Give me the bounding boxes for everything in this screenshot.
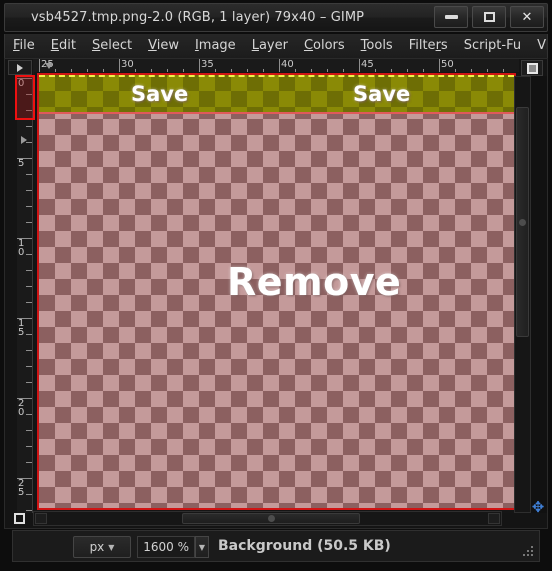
menu-corner-button[interactable] [8, 60, 32, 75]
vertical-scrollbar-thumb[interactable] [516, 107, 529, 337]
menu-item-tools[interactable]: Tools [353, 34, 401, 58]
unit-value: px [89, 540, 105, 554]
chevron-down-icon: ▼ [198, 542, 206, 552]
ruler-position-marker-v [21, 136, 27, 144]
menu-item-image[interactable]: Image [187, 34, 244, 58]
horizontal-scrollbar[interactable] [33, 511, 502, 526]
minimize-icon [444, 15, 458, 19]
gimp-window: vsb4527.tmp.png-2.0 (RGB, 1 layer) 79x40… [0, 0, 552, 571]
navigation-column: ✥ [530, 76, 547, 515]
window-title: vsb4527.tmp.png-2.0 (RGB, 1 layer) 79x40… [31, 10, 365, 25]
image-canvas[interactable]: Save Save Remove [37, 73, 516, 510]
ruler-label: 50 [441, 59, 454, 70]
menu-mnemonic: E [50, 38, 59, 53]
menu-item-select[interactable]: Select [84, 34, 140, 58]
horizontal-scrollbar-thumb[interactable] [182, 513, 360, 524]
menu-mnemonic: S [91, 38, 101, 53]
menu-mnemonic: L [251, 38, 259, 53]
status-bar: px ▼ 1600 % ▼ Background (50.5 KB) [12, 530, 540, 562]
ruler-label: 45 [361, 59, 374, 70]
ruler-position-marker-h [45, 63, 53, 69]
canvas-label-save-right: Save [353, 82, 411, 106]
ruler-tick-minor [26, 302, 32, 303]
ruler-tick-minor [26, 366, 32, 367]
hscroll-step-left[interactable] [35, 513, 47, 524]
resize-grip[interactable] [521, 544, 533, 556]
menu-bar: File Edit Select View Image Layer Colors Tools F… [4, 34, 548, 58]
ruler-tick-minor [26, 174, 32, 175]
chevron-down-icon: ▼ [108, 542, 115, 552]
ruler-label: 40 [281, 59, 294, 70]
canvas-pink-region [39, 113, 514, 508]
zoom-value: 1600 % [143, 540, 189, 554]
move-cross-icon[interactable]: ✥ [530, 499, 546, 515]
vertical-ruler[interactable]: 0510152025 [17, 76, 33, 513]
zoom-input[interactable]: 1600 % [137, 536, 195, 558]
ruler-tick-minor [26, 446, 32, 447]
scrollbar-grip-icon [267, 515, 275, 522]
scrollbar-grip-icon [519, 218, 526, 226]
quick-mask-toggle-icon [14, 513, 25, 524]
menu-item-layer[interactable]: Layer [244, 34, 296, 58]
ruler-tick-minor [26, 494, 32, 495]
vertical-scrollbar[interactable] [514, 76, 531, 513]
ruler-tick-minor [26, 222, 32, 223]
ruler-tick-minor [26, 382, 32, 383]
ruler-tick-minor [26, 206, 32, 207]
hscroll-step-right[interactable] [488, 513, 500, 524]
menu-item-script-fu[interactable]: Script-Fu [456, 34, 529, 58]
maximize-icon [483, 12, 495, 22]
ruler-tick-minor [26, 190, 32, 191]
zoom-dropdown-button[interactable]: ▼ [195, 536, 209, 558]
menu-mnemonic: I [194, 38, 199, 53]
menu-item-colors[interactable]: Colors [296, 34, 353, 58]
title-bar[interactable]: vsb4527.tmp.png-2.0 (RGB, 1 layer) 79x40… [4, 3, 548, 32]
canvas-label-save-left: Save [131, 82, 189, 106]
region-divider-line [39, 112, 514, 114]
ruler-label: 35 [201, 59, 214, 70]
ruler-tick-minor [26, 126, 32, 127]
close-icon: ✕ [521, 9, 533, 25]
menu-mnemonic: C [303, 38, 314, 53]
ruler-origin-highlight [15, 75, 35, 120]
ruler-tick-minor [26, 286, 32, 287]
maximize-button[interactable] [472, 6, 506, 28]
menu-mnemonic: F [13, 38, 20, 53]
menu-item-edit[interactable]: Edit [43, 34, 84, 58]
ruler-tick-minor [26, 270, 32, 271]
image-editor: 25 30 35 40 45 50 0510152025 Save Save Remove [4, 58, 548, 529]
minimize-button[interactable] [434, 6, 468, 28]
menu-item-video[interactable]: Video [529, 34, 547, 58]
triangle-right-icon [17, 63, 23, 72]
menu-mnemonic: r [435, 38, 441, 53]
ruler-tick-minor [26, 334, 32, 335]
quick-mask-button-top[interactable] [521, 60, 543, 76]
ruler-label: 30 [121, 59, 134, 70]
canvas-label-remove: Remove [227, 260, 402, 304]
unit-selector[interactable]: px ▼ [73, 536, 131, 558]
ruler-tick-minor [26, 462, 32, 463]
quick-mask-icon [526, 62, 538, 74]
close-button[interactable]: ✕ [510, 6, 544, 28]
window-controls: ✕ [434, 6, 544, 29]
menu-item-file[interactable]: File [5, 34, 43, 58]
quick-mask-toggle-button[interactable] [11, 511, 28, 526]
status-message: Background (50.5 KB) [218, 538, 391, 554]
menu-mnemonic: V [148, 38, 157, 53]
ruler-tick-minor [26, 430, 32, 431]
ruler-tick-minor [26, 254, 32, 255]
ruler-label: 5 [18, 158, 25, 169]
menu-item-view[interactable]: View [140, 34, 187, 58]
ruler-tick-minor [26, 414, 32, 415]
canvas-olive-region [39, 75, 514, 113]
ruler-tick-minor [26, 350, 32, 351]
menu-mnemonic: T [360, 38, 367, 53]
menu-item-filters[interactable]: Filters [401, 34, 456, 58]
canvas-viewport[interactable]: Save Save Remove [34, 72, 519, 513]
selection-marching-ants [39, 75, 514, 77]
